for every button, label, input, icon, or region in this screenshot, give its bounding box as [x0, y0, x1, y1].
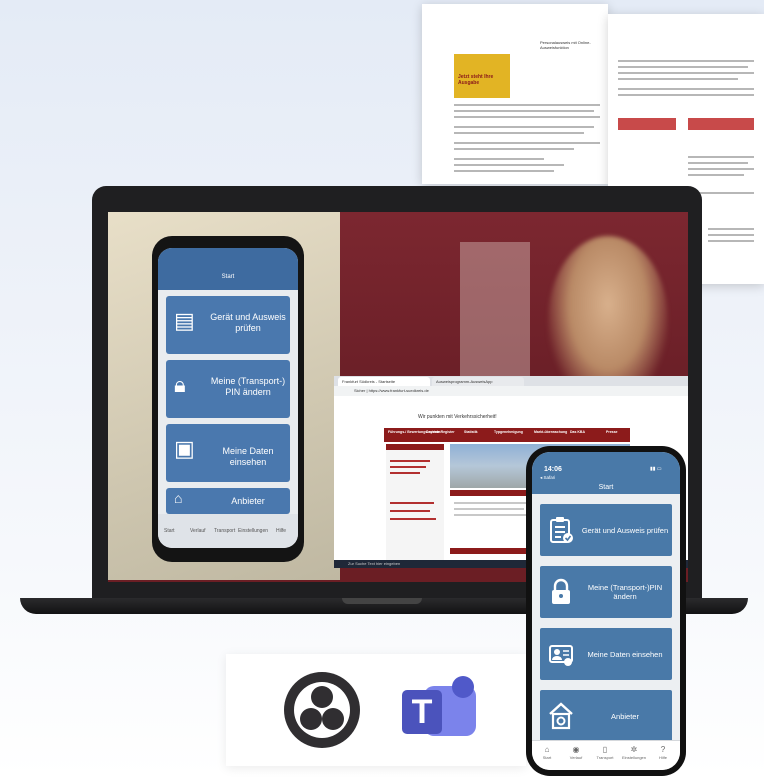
site-nav-item[interactable]: Das KBA [570, 430, 585, 434]
site-sidebar [386, 444, 444, 568]
clipboard-check-icon [550, 517, 573, 543]
site-nav-item[interactable]: Presse [606, 430, 617, 434]
webcam-tile-pin: 🔒︎ Meine (Transport-) PIN ändern [166, 360, 290, 418]
obs-studio-logo [284, 672, 360, 748]
webcam-tile-data: ▣ Meine Daten einsehen [166, 424, 290, 482]
house-icon: ⌂ [174, 490, 183, 506]
document-yellow-box: Jetzt steht Ihre Ausgabe [454, 54, 510, 98]
providers-button[interactable]: Anbieter [540, 690, 672, 742]
view-my-data-button[interactable]: Meine Daten einsehen [540, 628, 672, 680]
site-nav-item[interactable]: Statistik [464, 430, 478, 434]
site-nav-item[interactable]: Zentrale Register [426, 430, 455, 434]
back-to-safari-link[interactable]: ◂ Safari [540, 475, 555, 481]
nav-verlauf[interactable]: ◉ Verlauf [561, 745, 591, 761]
webcam-tile-provider: ⌂ Anbieter [166, 488, 290, 514]
house-icon [549, 702, 573, 730]
browser-tab-active[interactable]: Frankfurt Südkreis - Startseite [338, 377, 430, 386]
nav-start[interactable]: ⌂ Start [532, 745, 562, 761]
webcam-tile-check: ▤ Gerät und Ausweis prüfen [166, 296, 290, 354]
nav-transport[interactable]: ▯ Transport [590, 745, 620, 761]
app-body: Gerät und Ausweis prüfen Meine (Transpor… [532, 494, 680, 742]
logo-card: T [226, 654, 526, 766]
id-card-icon [549, 645, 573, 666]
webcam-phone-nav: Start Verlauf Transport Einstellungen Hi… [158, 514, 298, 548]
status-time: 14:06 [544, 466, 562, 473]
change-pin-button[interactable]: Meine (Transport-)PIN ändern [540, 566, 672, 618]
page-title: Start [598, 484, 614, 491]
document-letter-left: Jetzt steht Ihre Ausgabe Personalausweis… [422, 4, 608, 184]
document-yellow-text: Jetzt steht Ihre Ausgabe [458, 74, 494, 86]
wall-light [460, 242, 530, 382]
clipboard-check-icon: ▤ [174, 308, 195, 333]
browser-address-bar[interactable]: Sicher | https://www.frankfurt-suedkreis… [334, 386, 688, 396]
app-header: 14:06 ◂ Safari ▮▮ ▭ Start [532, 452, 680, 494]
document-heading: Personalausweis mit Online-Ausweisfunkti… [540, 40, 591, 50]
nav-einstellungen[interactable]: ✲ Einstellungen [619, 745, 649, 761]
lock-icon: 🔒︎ [174, 372, 186, 397]
app-screen: 14:06 ◂ Safari ▮▮ ▭ Start Gerät und Ausw… [532, 452, 680, 770]
check-device-id-button[interactable]: Gerät und Ausweis prüfen [540, 504, 672, 556]
laptop-notch [342, 598, 422, 604]
signal-battery-icon: ▮▮ ▭ [650, 466, 662, 472]
nav-hilfe[interactable]: ? Hilfe [648, 745, 678, 761]
browser-tab-2[interactable]: Ausweisprogramm-AusweisApp [432, 377, 524, 386]
browser-tabs: Frankfurt Südkreis - Startseite Ausweisp… [334, 376, 688, 386]
history-icon: ◉ [572, 745, 580, 754]
webcam-phone-screen: Start ▤ Gerät und Ausweis prüfen 🔒︎ Mein… [158, 248, 298, 548]
gear-icon: ✲ [630, 745, 638, 754]
home-icon: ⌂ [544, 745, 550, 754]
site-nav-item[interactable]: Typgenehmigung [494, 430, 523, 434]
taskbar-search[interactable]: Zur Suche Text hier eingeben [348, 561, 400, 566]
help-icon: ? [660, 745, 666, 754]
webcam-phone-title: Start [221, 274, 235, 280]
id-card-icon: ▣ [174, 436, 195, 461]
microsoft-teams-logo: T [402, 676, 476, 748]
bottom-navigation: ⌂ Start ◉ Verlauf ▯ Transport ✲ Einstell… [532, 740, 680, 770]
site-navigation: Führungs-/ Bewertungs-system Zentrale Re… [384, 428, 630, 442]
site-tagline: Wir punkten mit Verkehrssicherheit! [418, 414, 497, 420]
phone-icon: ▯ [602, 745, 608, 754]
site-nav-item[interactable]: Markt-überwachung [534, 430, 567, 434]
lock-icon [552, 578, 570, 604]
